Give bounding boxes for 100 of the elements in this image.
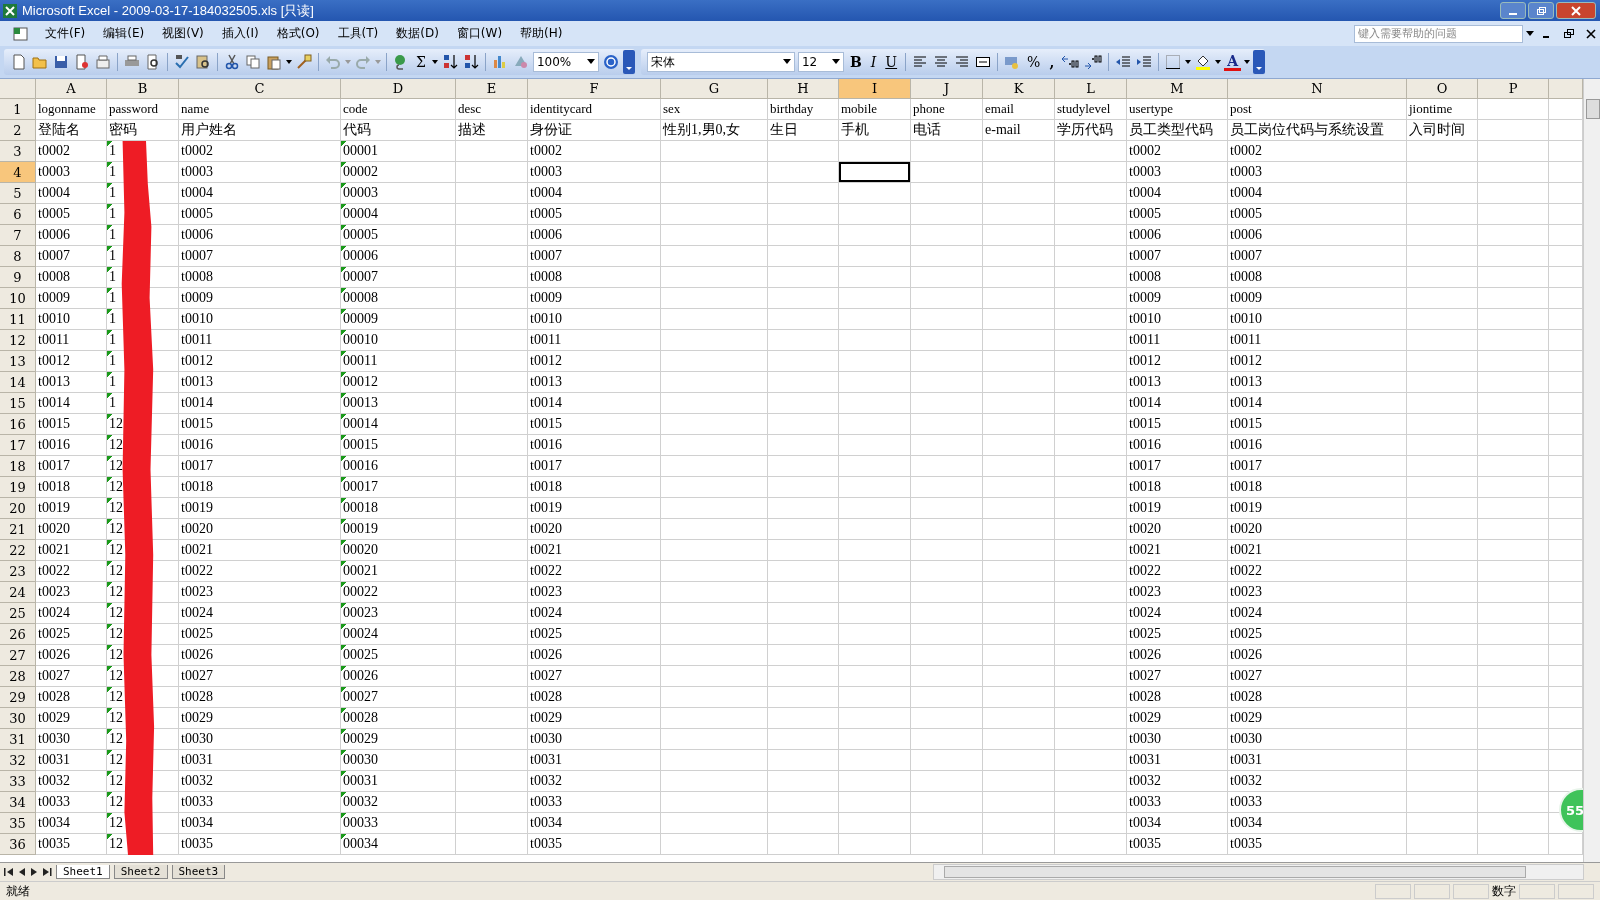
column-header[interactable]: H — [768, 79, 839, 99]
autosum-button[interactable]: Σ — [413, 53, 429, 71]
row-header[interactable]: 6 — [0, 204, 36, 225]
last-sheet-icon[interactable] — [42, 868, 52, 876]
help-icon[interactable] — [602, 54, 619, 70]
row-header[interactable]: 23 — [0, 561, 36, 582]
font-size-dropdown[interactable]: 12 — [797, 52, 844, 72]
column-header[interactable]: D — [341, 79, 456, 99]
row-header[interactable]: 13 — [0, 351, 36, 372]
copy-icon[interactable] — [245, 54, 261, 70]
table-cell[interactable] — [839, 162, 911, 183]
toolbar-options-icon[interactable] — [1253, 50, 1266, 74]
fill-color-icon[interactable] — [1195, 54, 1212, 70]
align-center-icon[interactable] — [933, 54, 950, 70]
save-icon[interactable] — [53, 54, 69, 70]
increase-indent-icon[interactable] — [1136, 54, 1153, 70]
align-left-icon[interactable] — [912, 54, 929, 70]
column-header[interactable]: J — [911, 79, 983, 99]
row-header[interactable]: 36 — [0, 834, 36, 855]
toolbar-options-icon[interactable] — [622, 50, 635, 74]
italic-button[interactable]: I — [867, 53, 880, 71]
permission-icon[interactable] — [74, 54, 90, 70]
row-header[interactable]: 8 — [0, 246, 36, 267]
row-header[interactable]: 24 — [0, 582, 36, 603]
row-header[interactable]: 4 — [0, 162, 36, 183]
email-icon[interactable] — [95, 54, 111, 70]
menu-item[interactable]: 帮助(H) — [513, 23, 570, 44]
menu-item[interactable]: 编辑(E) — [96, 23, 152, 44]
column-header[interactable]: O — [1407, 79, 1478, 99]
font-color-button[interactable]: A — [1224, 53, 1242, 71]
close-icon[interactable] — [1586, 28, 1596, 39]
row-header[interactable]: 33 — [0, 771, 36, 792]
cut-icon[interactable] — [224, 54, 240, 70]
print-preview-icon[interactable] — [145, 54, 161, 70]
percent-button[interactable]: % — [1024, 53, 1044, 71]
column-header[interactable]: I — [839, 79, 911, 99]
help-search-field[interactable]: 键入需要帮助的问题 — [1354, 24, 1523, 43]
row-header[interactable]: 18 — [0, 456, 36, 477]
row-header[interactable]: 25 — [0, 603, 36, 624]
row-header[interactable]: 9 — [0, 267, 36, 288]
align-right-icon[interactable] — [954, 54, 971, 70]
dropdown-arrow-icon[interactable] — [1185, 60, 1192, 64]
sort-descending-icon[interactable] — [462, 54, 479, 70]
menu-item[interactable]: 窗口(W) — [449, 23, 510, 44]
row-header[interactable]: 19 — [0, 477, 36, 498]
menu-item[interactable]: 文件(F) — [38, 23, 93, 44]
close-button[interactable] — [1556, 2, 1596, 19]
row-header[interactable]: 15 — [0, 393, 36, 414]
menu-item[interactable]: 工具(T) — [330, 23, 386, 44]
row-header[interactable]: 32 — [0, 750, 36, 771]
row-header[interactable]: 34 — [0, 792, 36, 813]
chart-icon[interactable] — [491, 54, 508, 70]
row-header[interactable]: 2 — [0, 120, 36, 141]
row-header[interactable]: 5 — [0, 183, 36, 204]
column-header[interactable]: L — [1055, 79, 1127, 99]
row-header[interactable]: 28 — [0, 666, 36, 687]
dropdown-arrow-icon[interactable] — [1526, 30, 1534, 37]
vertical-scrollbar[interactable] — [1583, 79, 1600, 862]
column-header[interactable]: G — [661, 79, 768, 99]
zoom-dropdown[interactable]: 100% — [532, 52, 599, 72]
previous-sheet-icon[interactable] — [18, 868, 26, 876]
scrollbar-thumb[interactable] — [1586, 99, 1600, 119]
merge-center-icon[interactable] — [975, 54, 992, 70]
menu-item[interactable]: 格式(O) — [269, 23, 327, 44]
dropdown-arrow-icon[interactable] — [1244, 60, 1251, 64]
first-sheet-icon[interactable] — [4, 868, 14, 876]
row-header[interactable]: 30 — [0, 708, 36, 729]
column-header[interactable]: C — [179, 79, 341, 99]
row-header[interactable]: 26 — [0, 624, 36, 645]
format-painter-icon[interactable] — [296, 54, 312, 70]
bold-button[interactable]: B — [846, 53, 865, 71]
column-header[interactable]: A — [36, 79, 107, 99]
column-header[interactable]: P — [1478, 79, 1549, 99]
row-header[interactable]: 35 — [0, 813, 36, 834]
dropdown-arrow-icon[interactable] — [782, 59, 791, 65]
borders-icon[interactable] — [1165, 54, 1182, 70]
new-document-icon[interactable] — [11, 54, 27, 70]
paste-icon[interactable] — [266, 54, 282, 70]
column-header[interactable]: K — [983, 79, 1055, 99]
dropdown-arrow-icon[interactable] — [831, 59, 840, 65]
comma-style-button[interactable]: , — [1046, 53, 1058, 71]
row-header[interactable]: 31 — [0, 729, 36, 750]
menu-item[interactable]: 视图(V) — [155, 23, 211, 44]
row-header[interactable]: 12 — [0, 330, 36, 351]
increase-decimal-icon[interactable] — [1061, 54, 1080, 70]
sheet-tab[interactable]: Sheet3 — [171, 865, 226, 879]
row-header[interactable]: 17 — [0, 435, 36, 456]
restore-icon[interactable] — [1564, 28, 1574, 39]
research-icon[interactable] — [195, 54, 211, 70]
dropdown-arrow-icon[interactable] — [586, 59, 595, 65]
spelling-icon[interactable] — [174, 54, 190, 70]
menu-item[interactable]: 插入(I) — [214, 23, 266, 44]
decrease-indent-icon[interactable] — [1115, 54, 1132, 70]
row-header[interactable]: 3 — [0, 141, 36, 162]
row-header[interactable]: 27 — [0, 645, 36, 666]
sort-ascending-icon[interactable] — [441, 54, 458, 70]
open-folder-icon[interactable] — [32, 54, 48, 70]
column-header[interactable]: M — [1127, 79, 1228, 99]
row-header[interactable]: 10 — [0, 288, 36, 309]
dropdown-arrow-icon[interactable] — [431, 60, 438, 64]
